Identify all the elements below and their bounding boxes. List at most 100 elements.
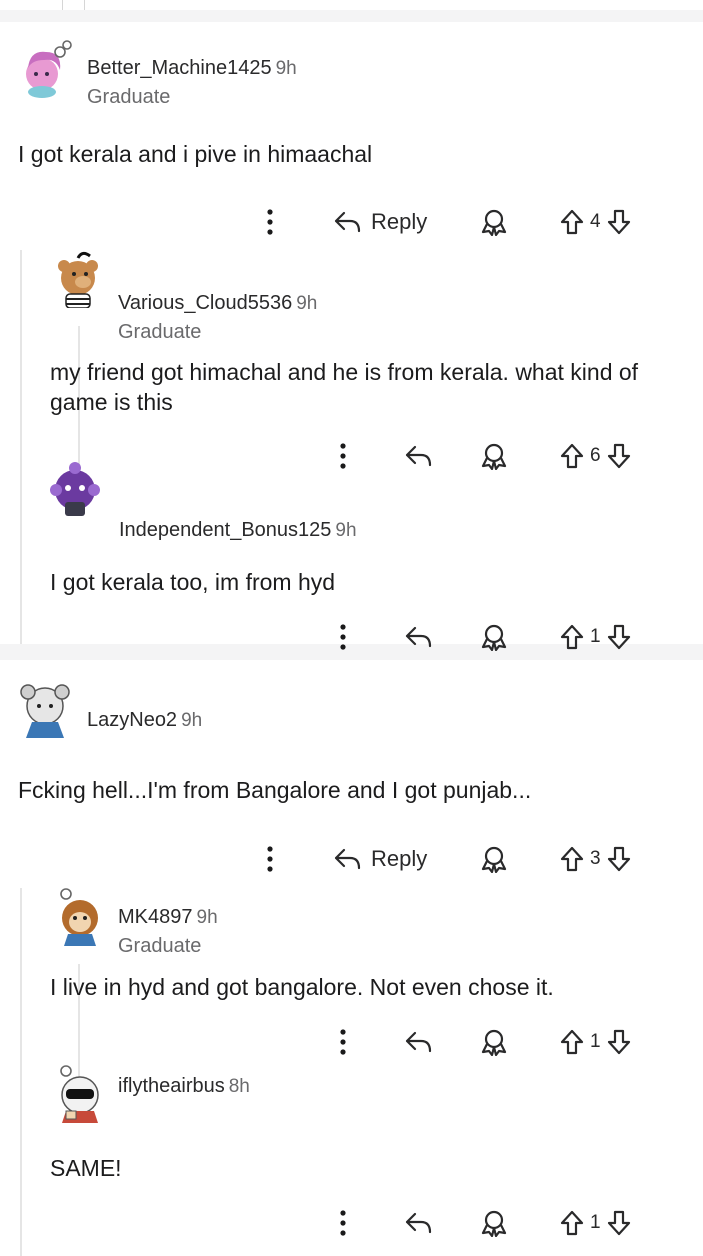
downvote-arrow-icon[interactable] <box>607 624 631 650</box>
vote-controls: 1 <box>560 1024 631 1060</box>
avatar[interactable] <box>18 40 72 98</box>
username[interactable]: LazyNeo2 <box>87 709 177 731</box>
award-icon <box>480 1209 508 1237</box>
more-options-button[interactable] <box>338 438 348 474</box>
more-vertical-icon <box>338 441 348 471</box>
username[interactable]: MK4897 <box>118 906 193 928</box>
comment-actions: 1 <box>0 1205 703 1241</box>
timestamp: 9h <box>181 710 203 731</box>
reply-arrow-icon <box>333 847 363 871</box>
comment-thread: Better_Machine1425 9h Graduate I got kera… <box>0 22 703 644</box>
upvote-arrow-icon[interactable] <box>560 1210 584 1236</box>
award-button[interactable] <box>480 841 508 877</box>
thread-line <box>84 0 85 10</box>
timestamp: 8h <box>228 1076 250 1097</box>
vote-score: 1 <box>590 1031 601 1052</box>
vote-score: 6 <box>590 445 601 466</box>
more-vertical-icon <box>265 844 275 874</box>
username[interactable]: Independent_Bonus125 <box>119 519 331 541</box>
reply-arrow-icon <box>333 210 363 234</box>
username[interactable]: Better_Machine1425 <box>87 57 272 79</box>
reply-label: Reply <box>371 209 428 234</box>
more-vertical-icon <box>338 622 348 652</box>
upvote-arrow-icon[interactable] <box>560 1029 584 1055</box>
more-vertical-icon <box>338 1208 348 1238</box>
comment-body: SAME! <box>50 1155 122 1181</box>
previous-comment-tail <box>0 0 703 10</box>
reply-button[interactable] <box>404 438 434 474</box>
more-vertical-icon <box>265 207 275 237</box>
comment-actions: Reply 4 <box>0 204 703 240</box>
award-button[interactable] <box>480 438 508 474</box>
reply-arrow-icon <box>404 1030 434 1054</box>
comment-actions: 1 <box>0 1024 703 1060</box>
reply-arrow-icon <box>404 625 434 649</box>
avatar[interactable] <box>18 680 72 738</box>
timestamp: 9h <box>335 520 357 541</box>
award-button[interactable] <box>480 619 508 655</box>
thread-line <box>62 0 63 10</box>
reply-button[interactable] <box>404 619 434 655</box>
avatar[interactable] <box>48 460 102 518</box>
reply-button[interactable] <box>404 1024 434 1060</box>
vote-score: 4 <box>590 211 601 232</box>
vote-controls: 1 <box>560 619 631 655</box>
award-button[interactable] <box>480 1024 508 1060</box>
vote-controls: 1 <box>560 1205 631 1241</box>
reply-label: Reply <box>371 846 428 871</box>
comment-body: my friend got himachal and he is from ke… <box>50 359 639 415</box>
comment-body: I got kerala and i pive in himaachal <box>18 141 373 167</box>
award-icon <box>480 1028 508 1056</box>
downvote-arrow-icon[interactable] <box>607 443 631 469</box>
award-icon <box>480 845 508 873</box>
username[interactable]: iflytheairbus <box>118 1075 225 1097</box>
vote-score: 1 <box>590 626 601 647</box>
comment-body: I got kerala too, im from hyd <box>50 569 336 595</box>
downvote-arrow-icon[interactable] <box>607 1210 631 1236</box>
user-flair: Graduate <box>118 935 202 957</box>
award-button[interactable] <box>480 204 508 240</box>
more-options-button[interactable] <box>338 619 348 655</box>
comment-actions: Reply 3 <box>0 841 703 877</box>
award-icon <box>480 208 508 236</box>
avatar[interactable] <box>52 1065 106 1123</box>
reply-arrow-icon <box>404 444 434 468</box>
downvote-arrow-icon[interactable] <box>607 846 631 872</box>
comment-body: I live in hyd and got bangalore. Not eve… <box>50 974 554 1000</box>
downvote-arrow-icon[interactable] <box>607 209 631 235</box>
reply-button[interactable]: Reply <box>333 841 427 877</box>
award-icon <box>480 623 508 651</box>
reply-arrow-icon <box>404 1211 434 1235</box>
upvote-arrow-icon[interactable] <box>560 443 584 469</box>
user-flair: Graduate <box>118 321 202 343</box>
user-flair: Graduate <box>87 86 171 108</box>
upvote-arrow-icon[interactable] <box>560 209 584 235</box>
vote-controls: 6 <box>560 438 631 474</box>
username[interactable]: Various_Cloud5536 <box>118 292 292 314</box>
comment-body: Fcking hell...I'm from Bangalore and I g… <box>18 777 532 803</box>
award-button[interactable] <box>480 1205 508 1241</box>
more-vertical-icon <box>338 1027 348 1057</box>
reply-button[interactable] <box>404 1205 434 1241</box>
timestamp: 9h <box>296 293 318 314</box>
vote-score: 3 <box>590 848 601 869</box>
more-options-button[interactable] <box>338 1024 348 1060</box>
upvote-arrow-icon[interactable] <box>560 846 584 872</box>
timestamp: 9h <box>196 907 218 928</box>
avatar[interactable] <box>52 888 106 946</box>
vote-score: 1 <box>590 1212 601 1233</box>
more-options-button[interactable] <box>265 204 275 240</box>
vote-controls: 4 <box>560 204 631 240</box>
timestamp: 9h <box>275 58 297 79</box>
more-options-button[interactable] <box>338 1205 348 1241</box>
avatar[interactable] <box>52 250 106 308</box>
vote-controls: 3 <box>560 841 631 877</box>
upvote-arrow-icon[interactable] <box>560 624 584 650</box>
comment-actions: 6 <box>0 438 703 474</box>
reply-button[interactable]: Reply <box>333 204 427 240</box>
comment-thread: LazyNeo2 9h Fcking hell...I'm from Bangal… <box>0 660 703 1256</box>
more-options-button[interactable] <box>265 841 275 877</box>
comment-actions: 1 <box>0 619 703 655</box>
award-icon <box>480 442 508 470</box>
downvote-arrow-icon[interactable] <box>607 1029 631 1055</box>
